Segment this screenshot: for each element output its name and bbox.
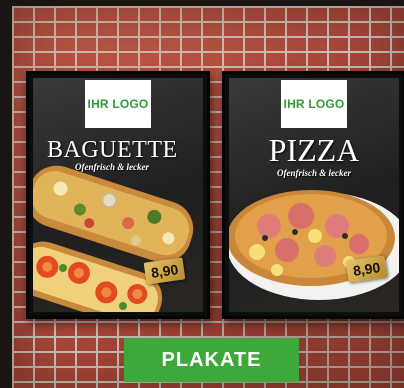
poster-title: PIZZA bbox=[268, 132, 360, 168]
poster-pizza-panel: IHR LOGO PIZZA Ofenfrisch & lecker 8,90 bbox=[229, 78, 399, 312]
poster-subtitle: Ofenfrisch & lecker bbox=[75, 162, 149, 172]
poster-baguette: IHR LOGO BAGUETTE Ofenfrisch & lecker 8,… bbox=[26, 71, 210, 319]
poster-title: BAGUETTE bbox=[47, 137, 178, 163]
poster-pizza: IHR LOGO PIZZA Ofenfrisch & lecker 8,90 bbox=[222, 71, 404, 319]
logo-text: IHR LOGO bbox=[283, 97, 345, 111]
logo-text: IHR LOGO bbox=[87, 97, 149, 111]
poster-subtitle: Ofenfrisch & lecker bbox=[277, 168, 351, 178]
logo-placeholder: IHR LOGO bbox=[85, 80, 151, 128]
poster-baguette-panel: IHR LOGO BAGUETTE Ofenfrisch & lecker 8,… bbox=[33, 78, 203, 312]
logo-placeholder: IHR LOGO bbox=[281, 80, 347, 128]
plakate-button[interactable]: PLAKATE bbox=[124, 338, 299, 382]
